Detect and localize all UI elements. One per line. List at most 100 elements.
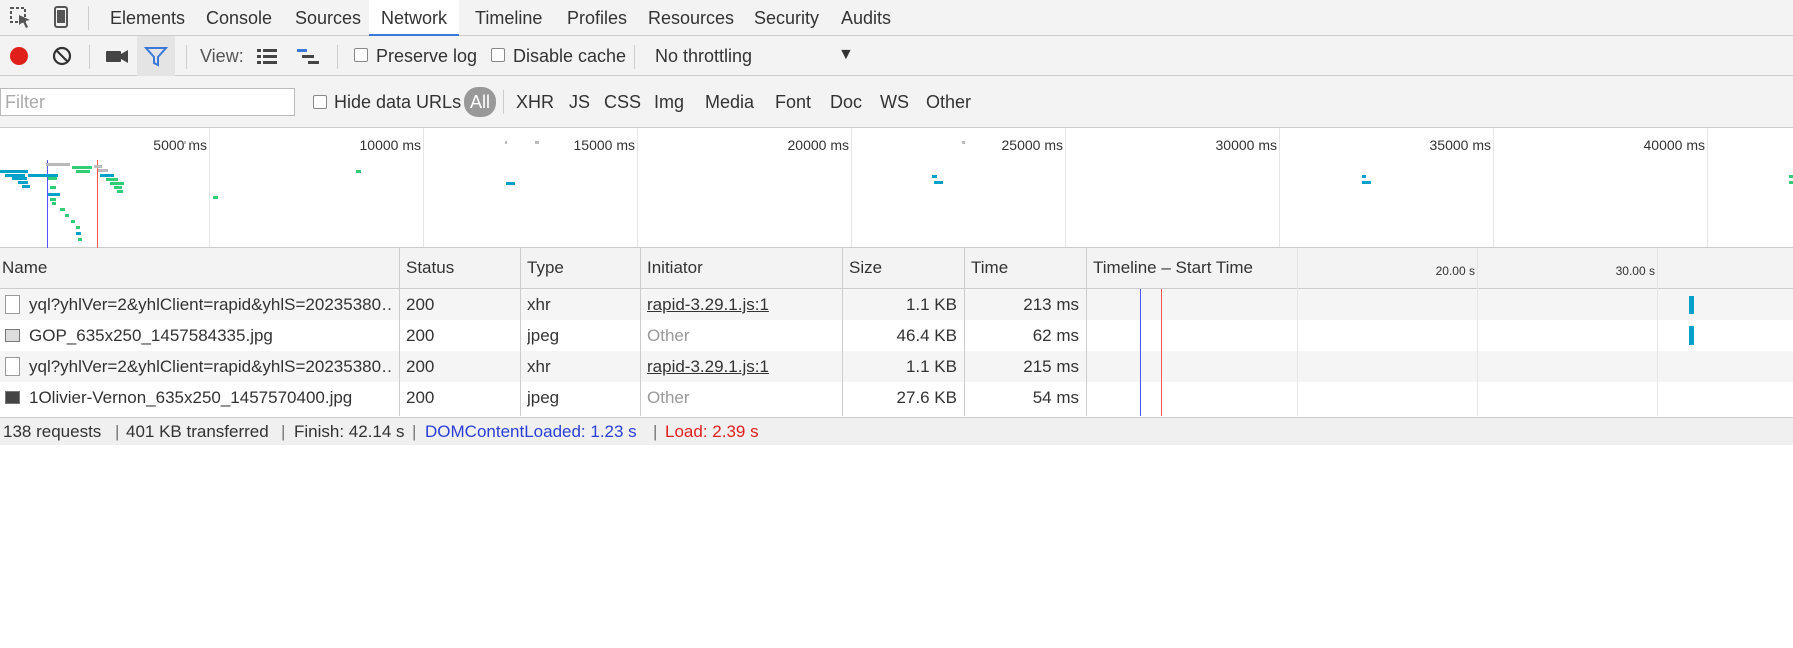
dom-content-loaded-time: DOMContentLoaded: 1.23 s	[425, 422, 637, 441]
timeline-overview[interactable]: 5000 ms 10000 ms 15000 ms 20000 ms 25000…	[0, 128, 1793, 248]
record-icon[interactable]	[5, 43, 33, 69]
request-bar	[18, 181, 28, 184]
devtools-tabbar: Elements Console Sources Network Timelin…	[0, 0, 1793, 36]
network-toolbar: View: Preserve log Disable cache No thro…	[0, 36, 1793, 76]
tab-elements[interactable]: Elements	[98, 0, 197, 35]
large-rows-icon[interactable]	[253, 43, 281, 69]
request-time: 213 ms	[1023, 295, 1079, 314]
request-initiator: Other	[647, 388, 690, 407]
request-bar	[72, 166, 92, 169]
request-time: 54 ms	[1032, 388, 1079, 407]
column-divider[interactable]	[399, 248, 400, 416]
column-header-time[interactable]: Time	[965, 248, 1087, 288]
load-time: Load: 2.39 s	[665, 422, 759, 441]
table-row[interactable]: yql?yhlVer=2&yhlClient=rapid&yhlS=202353…	[0, 351, 1793, 382]
overview-divider	[1707, 128, 1708, 247]
request-bar	[505, 141, 507, 144]
table-row[interactable]: GOP_635x250_1457584335.jpg 200 jpeg Othe…	[0, 320, 1793, 351]
request-bar	[46, 163, 70, 166]
tab-console[interactable]: Console	[194, 0, 284, 35]
request-bar	[50, 186, 56, 189]
request-bar	[48, 193, 60, 196]
column-divider[interactable]	[964, 248, 965, 416]
request-time: 215 ms	[1023, 357, 1079, 376]
filter-type-other[interactable]: Other	[920, 87, 977, 117]
inspect-element-icon[interactable]	[6, 4, 36, 30]
tab-audits[interactable]: Audits	[829, 0, 903, 35]
request-name[interactable]: 1Olivier-Vernon_635x250_1457570400.jpg	[29, 382, 394, 413]
filter-icon[interactable]	[142, 43, 170, 69]
status-bar: 138 requests | 401 KB transferred | Fini…	[0, 417, 1793, 445]
request-bar	[76, 232, 81, 235]
divider	[89, 45, 90, 69]
filter-type-doc[interactable]: Doc	[824, 87, 868, 117]
request-type: jpeg	[527, 388, 560, 407]
dropdown-arrow-icon[interactable]: ▼	[838, 46, 854, 64]
device-mode-icon[interactable]	[46, 4, 76, 30]
hide-data-urls-checkbox[interactable]	[313, 95, 327, 109]
tab-resources[interactable]: Resources	[636, 0, 746, 35]
request-bar	[98, 169, 108, 172]
request-bar	[213, 196, 218, 199]
column-divider[interactable]	[520, 248, 521, 416]
filter-type-js[interactable]: JS	[563, 87, 596, 117]
filter-type-media[interactable]: Media	[699, 87, 760, 117]
timeline-gridline	[1297, 248, 1298, 416]
tab-timeline[interactable]: Timeline	[463, 0, 554, 35]
divider	[337, 45, 338, 69]
overview-label: 25000 ms	[1001, 137, 1063, 153]
throttling-select[interactable]: No throttling	[655, 36, 752, 76]
request-name[interactable]: yql?yhlVer=2&yhlClient=rapid&yhlS=202353…	[29, 289, 394, 320]
divider	[88, 6, 89, 30]
waterfall-bar	[1689, 296, 1694, 314]
request-name[interactable]: GOP_635x250_1457584335.jpg	[29, 320, 394, 351]
image-thumbnail-icon	[5, 391, 20, 404]
request-name[interactable]: yql?yhlVer=2&yhlClient=rapid&yhlS=202353…	[29, 351, 394, 382]
column-header-name[interactable]: Name	[0, 248, 400, 288]
request-type: xhr	[527, 295, 551, 314]
column-divider[interactable]	[1086, 248, 1087, 416]
filter-type-all[interactable]: All	[464, 87, 497, 117]
overview-label: 10000 ms	[359, 137, 421, 153]
column-header-type[interactable]: Type	[521, 248, 641, 288]
overview-waterfall-icon[interactable]	[294, 43, 322, 69]
tab-network[interactable]: Network	[369, 0, 460, 36]
filter-input[interactable]	[0, 88, 295, 116]
filter-type-css[interactable]: CSS	[598, 87, 647, 117]
request-bar	[12, 177, 27, 180]
column-divider[interactable]	[842, 248, 843, 416]
clear-icon[interactable]	[48, 43, 76, 69]
request-initiator-link[interactable]: rapid-3.29.1.js:1	[647, 289, 837, 320]
filter-type-img[interactable]: Img	[648, 87, 690, 117]
column-header-timeline[interactable]: Timeline – Start Time	[1087, 248, 1299, 288]
filter-type-font[interactable]: Font	[769, 87, 817, 117]
capture-screenshots-icon[interactable]	[103, 43, 131, 69]
request-type: xhr	[527, 357, 551, 376]
filter-type-ws[interactable]: WS	[874, 87, 915, 117]
column-divider[interactable]	[640, 248, 641, 416]
request-bar	[52, 202, 56, 205]
request-size: 1.1 KB	[905, 295, 957, 314]
tab-security[interactable]: Security	[742, 0, 831, 35]
overview-divider	[209, 128, 210, 247]
request-initiator-link[interactable]: rapid-3.29.1.js:1	[647, 351, 837, 382]
column-header-status[interactable]: Status	[400, 248, 521, 288]
finish-time: Finish: 42.14 s	[294, 422, 405, 441]
request-time: 62 ms	[1032, 326, 1079, 345]
request-bar	[76, 226, 80, 229]
status-divider: |	[115, 422, 120, 441]
table-row[interactable]: 1Olivier-Vernon_635x250_1457570400.jpg 2…	[0, 382, 1793, 413]
timeline-gridline	[1657, 248, 1658, 416]
request-status: 200	[406, 357, 435, 376]
disable-cache-checkbox[interactable]	[491, 48, 505, 62]
filter-type-xhr[interactable]: XHR	[510, 87, 560, 117]
table-row[interactable]: yql?yhlVer=2&yhlClient=rapid&yhlS=202353…	[0, 289, 1793, 320]
column-header-size[interactable]: Size	[843, 248, 965, 288]
preserve-log-checkbox[interactable]	[354, 48, 368, 62]
tab-sources[interactable]: Sources	[283, 0, 373, 35]
status-divider: |	[653, 422, 658, 441]
tab-profiles[interactable]: Profiles	[555, 0, 639, 35]
column-header-initiator[interactable]: Initiator	[641, 248, 843, 288]
overview-label: 40000 ms	[1643, 137, 1705, 153]
overview-divider	[1065, 128, 1066, 247]
